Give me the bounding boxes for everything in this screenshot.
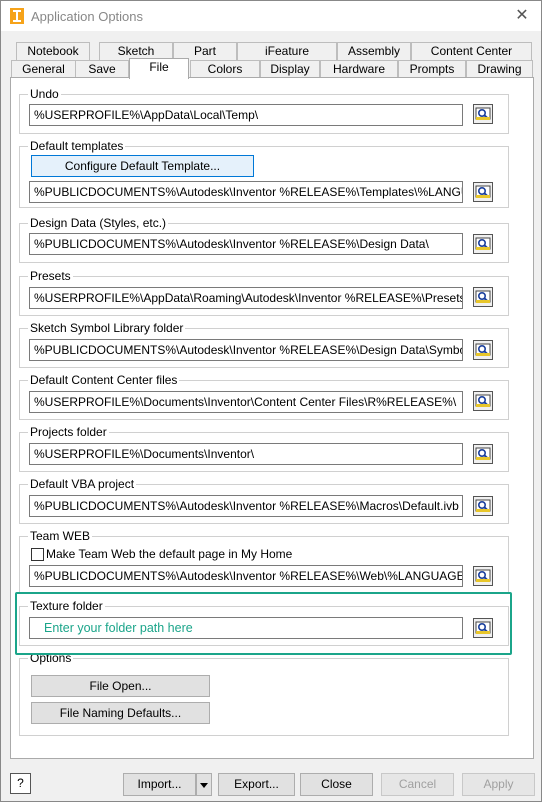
- tab-prompts[interactable]: Prompts: [398, 60, 466, 78]
- options-label: Options: [28, 651, 74, 665]
- templates-path-input[interactable]: %PUBLICDOCUMENTS%\Autodesk\Inventor %REL…: [29, 181, 463, 203]
- dropdown-arrow-icon: [200, 783, 208, 788]
- export-button[interactable]: Export...: [218, 773, 295, 796]
- application-options-dialog: Application Options ✕ Notebook Sketch Pa…: [0, 0, 542, 802]
- presets-path-input[interactable]: %USERPROFILE%\AppData\Roaming\Autodesk\I…: [29, 287, 463, 309]
- browse-folder-icon[interactable]: [473, 287, 493, 307]
- team-web-checkbox-label: Make Team Web the default page in My Hom…: [46, 547, 293, 561]
- projects-path-input[interactable]: %USERPROFILE%\Documents\Inventor\: [29, 443, 463, 465]
- import-dropdown-button[interactable]: [196, 773, 212, 796]
- projects-label: Projects folder: [28, 425, 109, 439]
- tab-hardware[interactable]: Hardware: [320, 60, 398, 78]
- apply-button[interactable]: Apply: [462, 773, 535, 796]
- tab-colors[interactable]: Colors: [190, 60, 260, 78]
- browse-folder-icon[interactable]: [473, 391, 493, 411]
- undo-path-input[interactable]: %USERPROFILE%\AppData\Local\Temp\: [29, 104, 463, 126]
- tab-save[interactable]: Save: [75, 60, 129, 78]
- browse-folder-icon[interactable]: [473, 566, 493, 586]
- team-web-default-checkbox[interactable]: [31, 548, 44, 561]
- content-center-label: Default Content Center files: [28, 373, 180, 387]
- tab-content-center[interactable]: Content Center: [411, 42, 532, 60]
- undo-label: Undo: [28, 87, 61, 101]
- browse-folder-icon[interactable]: [473, 444, 493, 464]
- file-open-button[interactable]: File Open...: [31, 675, 210, 697]
- browse-folder-icon[interactable]: [473, 618, 493, 638]
- help-icon[interactable]: ?: [10, 773, 31, 794]
- tab-assembly[interactable]: Assembly: [337, 42, 411, 60]
- vba-label: Default VBA project: [28, 477, 137, 491]
- default-templates-label: Default templates: [28, 139, 126, 153]
- browse-folder-icon[interactable]: [473, 496, 493, 516]
- cancel-button[interactable]: Cancel: [381, 773, 454, 796]
- tab-display[interactable]: Display: [260, 60, 320, 78]
- browse-folder-icon[interactable]: [473, 234, 493, 254]
- browse-folder-icon[interactable]: [473, 340, 493, 360]
- tab-ifeature[interactable]: iFeature: [237, 42, 337, 60]
- title-bar: Application Options ✕: [1, 1, 541, 31]
- browse-folder-icon[interactable]: [473, 182, 493, 202]
- configure-default-template-button[interactable]: Configure Default Template...: [31, 155, 254, 177]
- tab-general[interactable]: General: [11, 60, 76, 78]
- content-center-path-input[interactable]: %USERPROFILE%\Documents\Inventor\Content…: [29, 391, 463, 413]
- design-data-label: Design Data (Styles, etc.): [28, 216, 169, 230]
- design-data-path-input[interactable]: %PUBLICDOCUMENTS%\Autodesk\Inventor %REL…: [29, 233, 463, 255]
- sketch-symbol-label: Sketch Symbol Library folder: [28, 321, 186, 335]
- file-naming-defaults-button[interactable]: File Naming Defaults...: [31, 702, 210, 724]
- sketch-symbol-path-input[interactable]: %PUBLICDOCUMENTS%\Autodesk\Inventor %REL…: [29, 339, 463, 361]
- texture-path-input[interactable]: Enter your folder path here: [29, 617, 463, 639]
- tab-drawing[interactable]: Drawing: [466, 60, 533, 78]
- close-button[interactable]: Close: [300, 773, 373, 796]
- presets-label: Presets: [28, 269, 73, 283]
- options-group: Options: [19, 651, 509, 736]
- browse-folder-icon[interactable]: [473, 104, 493, 124]
- team-web-path-input[interactable]: %PUBLICDOCUMENTS%\Autodesk\Inventor %REL…: [29, 565, 463, 587]
- team-web-label: Team WEB: [28, 529, 93, 543]
- import-button[interactable]: Import...: [123, 773, 196, 796]
- dialog-title: Application Options: [31, 9, 144, 24]
- texture-label: Texture folder: [28, 599, 105, 613]
- vba-path-input[interactable]: %PUBLICDOCUMENTS%\Autodesk\Inventor %REL…: [29, 495, 463, 517]
- close-icon[interactable]: ✕: [509, 4, 535, 28]
- tab-notebook[interactable]: Notebook: [16, 42, 90, 60]
- inventor-app-icon: [10, 8, 24, 24]
- texture-path-placeholder: Enter your folder path here: [44, 621, 193, 635]
- tab-file[interactable]: File: [129, 58, 189, 79]
